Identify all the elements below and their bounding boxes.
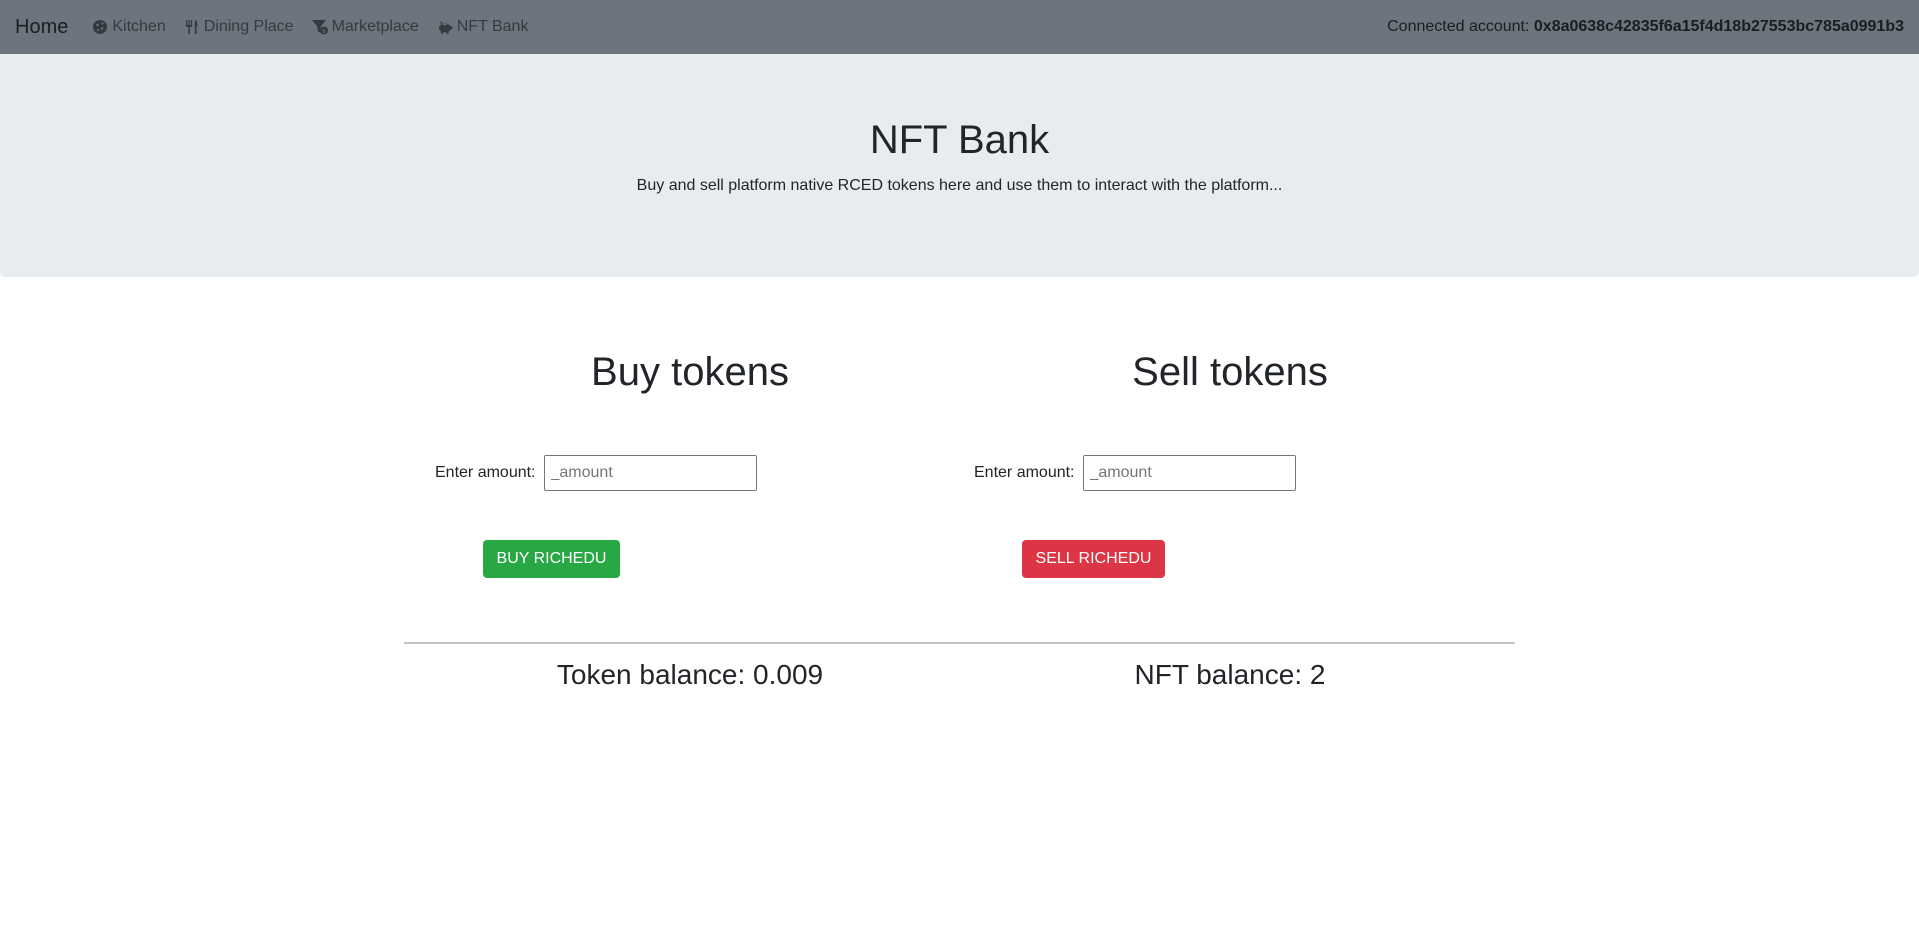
hero-jumbotron: NFT Bank Buy and sell platform native RC…: [0, 54, 1919, 277]
connected-account: Connected account: 0x8a0638c42835f6a15f4…: [1387, 18, 1904, 36]
sell-section: Sell tokens: [960, 350, 1500, 395]
nav-item-label: Kitchen: [112, 18, 166, 35]
nft-balance: NFT balance: 2: [1134, 659, 1326, 690]
nav-item-label: Marketplace: [331, 18, 419, 35]
utensils-icon: [184, 19, 200, 35]
buy-amount-row: Enter amount:: [435, 455, 757, 491]
buy-heading: Buy tokens: [591, 350, 789, 394]
account-label: Connected account:: [1387, 18, 1530, 35]
funnel-dollar-icon: $: [311, 19, 328, 35]
sell-richedu-button[interactable]: SELL RICHEDU: [1022, 540, 1165, 578]
nav-item-kitchen[interactable]: Kitchen: [92, 18, 166, 36]
buy-amount-label: Enter amount:: [435, 464, 536, 481]
nav-item-label: Dining Place: [203, 18, 294, 35]
sell-amount-input[interactable]: [1082, 455, 1296, 491]
nav-item-dining-place[interactable]: Dining Place: [184, 18, 294, 36]
nav-item-marketplace[interactable]: $ Marketplace: [311, 18, 419, 36]
token-balance: Token balance: 0.009: [556, 659, 824, 690]
nav-item-nft-bank[interactable]: NFT Bank: [437, 18, 529, 36]
top-navbar: Home Kitchen Dining Place $ Marketplace …: [0, 0, 1919, 54]
page-title: NFT Bank: [869, 118, 1050, 162]
buy-richedu-button[interactable]: BUY RICHEDU: [483, 540, 620, 578]
sell-heading: Sell tokens: [1132, 350, 1328, 394]
sell-amount-label: Enter amount:: [974, 464, 1075, 481]
account-address: 0x8a0638c42835f6a15f4d18b27553bc785a0991…: [1533, 18, 1904, 35]
buy-amount-input[interactable]: [543, 455, 757, 491]
page-subtitle: Buy and sell platform native RCED tokens…: [636, 177, 1283, 194]
divider: [404, 642, 1515, 644]
home-link[interactable]: Home: [15, 16, 68, 39]
nav-item-label: NFT Bank: [456, 18, 529, 35]
piggy-bank-icon: [437, 19, 453, 35]
buy-section: Buy tokens: [420, 350, 960, 395]
svg-text:$: $: [322, 28, 326, 35]
sell-amount-row: Enter amount:: [974, 455, 1296, 491]
cookie-icon: [92, 19, 108, 35]
